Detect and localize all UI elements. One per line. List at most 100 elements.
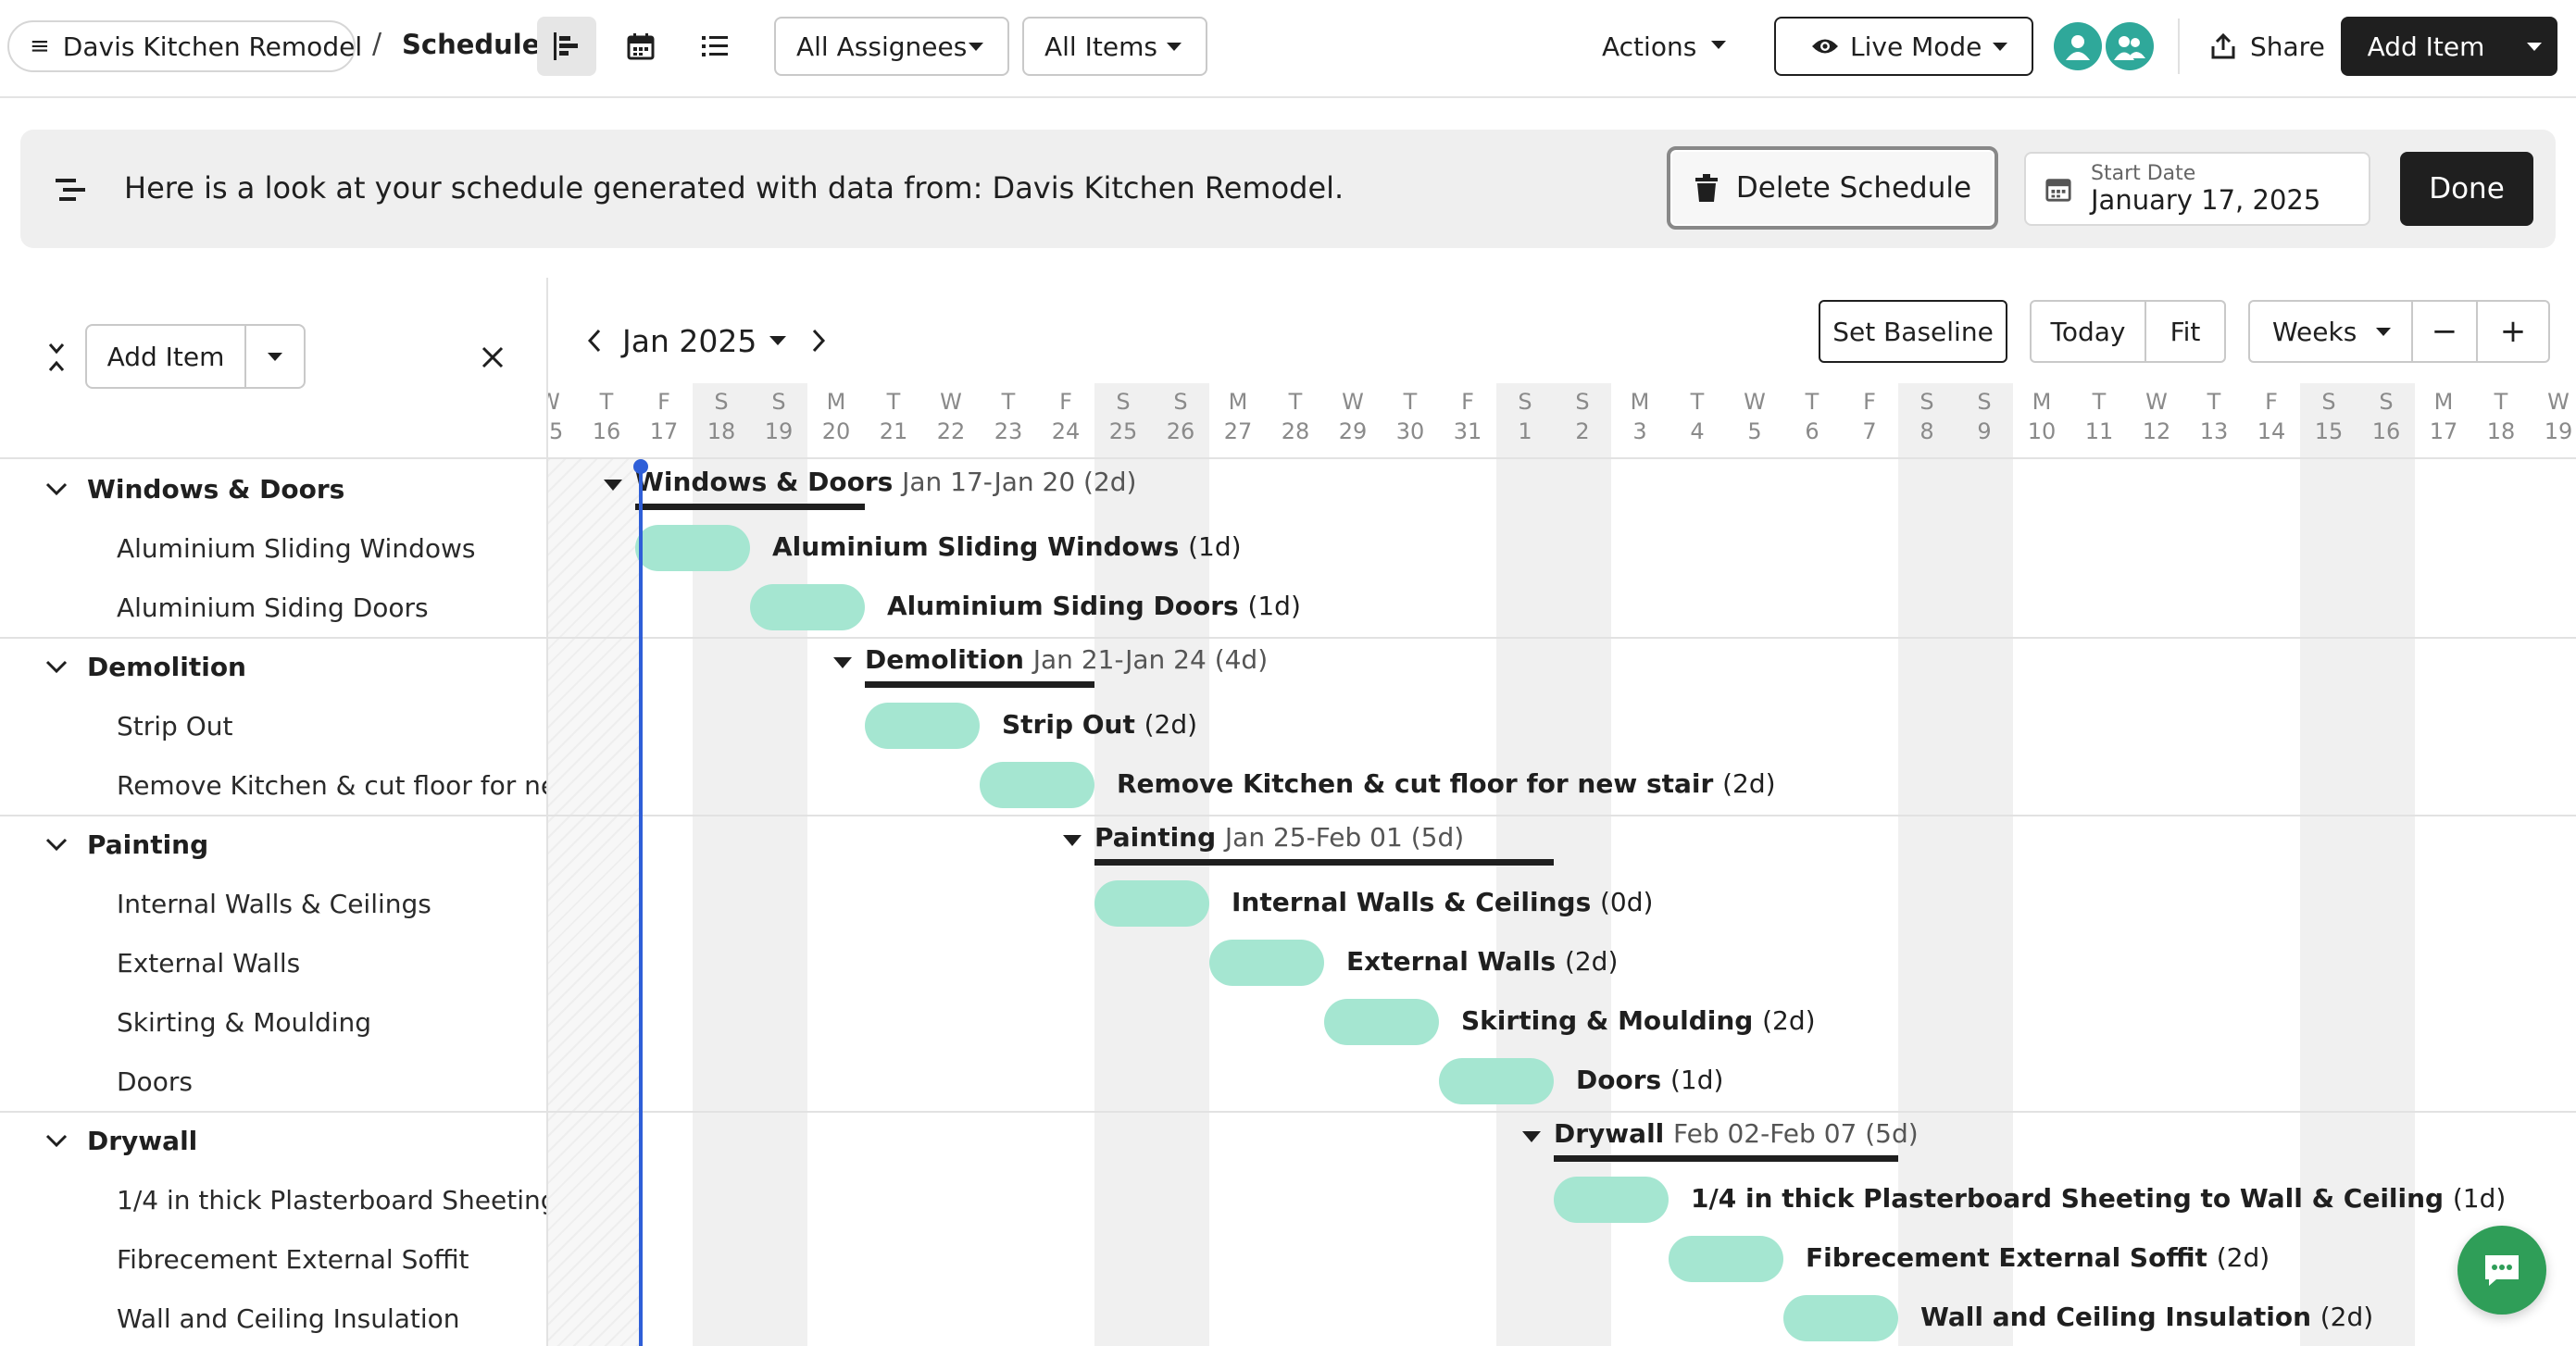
group-summary-name: Windows & Doors: [635, 467, 894, 497]
group-summary-bar[interactable]: [865, 681, 1094, 688]
task-bar[interactable]: [750, 584, 865, 630]
day-letter: M: [2032, 389, 2052, 415]
prev-month-button[interactable]: [576, 315, 613, 367]
group-summary-label: Painting Jan 25-Feb 01 (5d): [1094, 822, 1464, 853]
list-item[interactable]: Internal Walls & Ceilings: [0, 874, 546, 933]
actions-dropdown[interactable]: Actions: [1589, 17, 1737, 76]
done-button[interactable]: Done: [2400, 152, 2533, 226]
gantt-view-button[interactable]: [537, 17, 596, 76]
day-letter: S: [2321, 389, 2336, 415]
list-item[interactable]: Remove Kitchen & cut floor for new stair: [0, 755, 546, 815]
chevron-down-icon[interactable]: [44, 1132, 69, 1149]
task-bar[interactable]: [1094, 880, 1209, 927]
group-summary-bar[interactable]: [1094, 859, 1554, 866]
chevron-down-icon[interactable]: [44, 658, 69, 675]
fit-button[interactable]: Fit: [2145, 300, 2226, 363]
month-selector[interactable]: Jan 2025: [622, 315, 789, 367]
group-row[interactable]: Drywall: [0, 1111, 546, 1170]
set-baseline-button[interactable]: Set Baseline: [1819, 300, 2007, 363]
collapse-triangle-icon[interactable]: [833, 657, 852, 668]
zoom-out-button[interactable]: −: [2411, 300, 2478, 363]
day-number: 1: [1518, 418, 1532, 444]
task-bar[interactable]: [1439, 1058, 1554, 1104]
task-duration: (2d): [1564, 946, 1619, 977]
close-icon[interactable]: [480, 344, 506, 370]
delete-schedule-button[interactable]: Delete Schedule: [1667, 146, 1998, 230]
task-bar[interactable]: [1554, 1177, 1669, 1223]
task-bar[interactable]: [635, 525, 750, 571]
list-item[interactable]: Strip Out: [0, 696, 546, 755]
list-item[interactable]: Fibrecement External Soffit: [0, 1229, 546, 1289]
group-summary-bar[interactable]: [635, 504, 865, 510]
item-list-panel: Add Item Windows & Doors Aluminium Slidin…: [0, 278, 548, 1346]
list-item[interactable]: Aluminium Siding Doors: [0, 578, 546, 637]
item-name: Aluminium Sliding Windows: [117, 532, 476, 564]
task-name: Doors: [1576, 1065, 1662, 1095]
user-avatar[interactable]: [2054, 22, 2102, 70]
task-bar[interactable]: [980, 762, 1094, 808]
calendar-icon: [2045, 179, 2071, 202]
day-letter: S: [1575, 389, 1590, 415]
list-item[interactable]: Aluminium Sliding Windows: [0, 518, 546, 578]
group-name: Windows & Doors: [87, 473, 345, 505]
next-month-button[interactable]: [800, 315, 837, 367]
group-summary-bar[interactable]: [1554, 1155, 1898, 1162]
day-letter: T: [1403, 389, 1418, 415]
start-date-field[interactable]: Start Date January 17, 2025: [2024, 152, 2370, 226]
panel-add-item-menu-button[interactable]: [244, 324, 306, 389]
chat-button[interactable]: [2457, 1226, 2546, 1315]
day-letter: W: [1744, 389, 1766, 415]
today-button[interactable]: Today: [2030, 300, 2146, 363]
group-summary-label: Windows & Doors Jan 17-Jan 20 (2d): [635, 467, 1136, 497]
item-name: Remove Kitchen & cut floor for new stair: [117, 769, 546, 801]
day-header: F 17: [635, 387, 693, 446]
caret-down-icon: [969, 43, 983, 51]
item-name: Skirting & Moulding: [117, 1006, 372, 1038]
list-view-button[interactable]: [685, 17, 744, 76]
share-button[interactable]: Share: [2200, 17, 2330, 76]
add-item-menu-button[interactable]: [2511, 17, 2557, 76]
day-header: M3: [1611, 387, 1669, 446]
calendar-view-button[interactable]: [611, 17, 670, 76]
chevron-down-icon[interactable]: [44, 836, 69, 853]
schedule-banner: Here is a look at your schedule generate…: [20, 130, 2556, 248]
day-header: T 21: [865, 387, 922, 446]
collapse-all-icon[interactable]: [46, 341, 67, 374]
list-item[interactable]: 1/4 in thick Plasterboard Sheeting to Wa…: [0, 1170, 546, 1229]
day-number: 16: [592, 418, 621, 444]
group-row[interactable]: Painting: [0, 815, 546, 874]
live-mode-dropdown[interactable]: Live Mode: [1774, 17, 2033, 76]
chevron-down-icon[interactable]: [44, 480, 69, 497]
list-item[interactable]: Wall and Ceiling Insulation: [0, 1289, 546, 1346]
chevron-left-icon: [587, 329, 601, 353]
items-filter-dropdown[interactable]: All Items: [1022, 17, 1207, 76]
assignees-filter-dropdown[interactable]: All Assignees: [774, 17, 1009, 76]
day-number: 9: [1977, 418, 1992, 444]
zoom-in-button[interactable]: +: [2476, 300, 2550, 363]
add-item-button[interactable]: Add Item: [2341, 17, 2511, 76]
task-bar[interactable]: [1324, 999, 1439, 1045]
group-row[interactable]: Demolition: [0, 637, 546, 696]
collapse-triangle-icon[interactable]: [1063, 835, 1082, 846]
day-number: 2: [1575, 418, 1590, 444]
day-header: W 29: [1324, 387, 1382, 446]
scale-dropdown[interactable]: Weeks: [2248, 300, 2413, 363]
group-icon: [2114, 36, 2145, 60]
team-avatar[interactable]: [2106, 22, 2154, 70]
panel-add-item-button[interactable]: Add Item: [85, 324, 246, 389]
task-bar[interactable]: [1783, 1295, 1898, 1341]
list-item[interactable]: Skirting & Moulding: [0, 992, 546, 1052]
task-bar[interactable]: [1209, 940, 1324, 986]
list-item[interactable]: External Walls: [0, 933, 546, 992]
scale-label: Weeks: [2272, 316, 2357, 347]
day-number: 23: [994, 418, 1023, 444]
item-name: Aluminium Siding Doors: [117, 592, 429, 623]
task-bar[interactable]: [865, 703, 980, 749]
banner-message: Here is a look at your schedule generate…: [124, 170, 1344, 206]
group-row[interactable]: Windows & Doors: [0, 459, 546, 518]
collapse-triangle-icon[interactable]: [604, 480, 622, 491]
list-item[interactable]: Doors: [0, 1052, 546, 1111]
task-bar[interactable]: [1669, 1236, 1783, 1282]
collapse-triangle-icon[interactable]: [1522, 1131, 1541, 1142]
project-breadcrumb-button[interactable]: ≡ Davis Kitchen Remodel: [7, 20, 362, 72]
